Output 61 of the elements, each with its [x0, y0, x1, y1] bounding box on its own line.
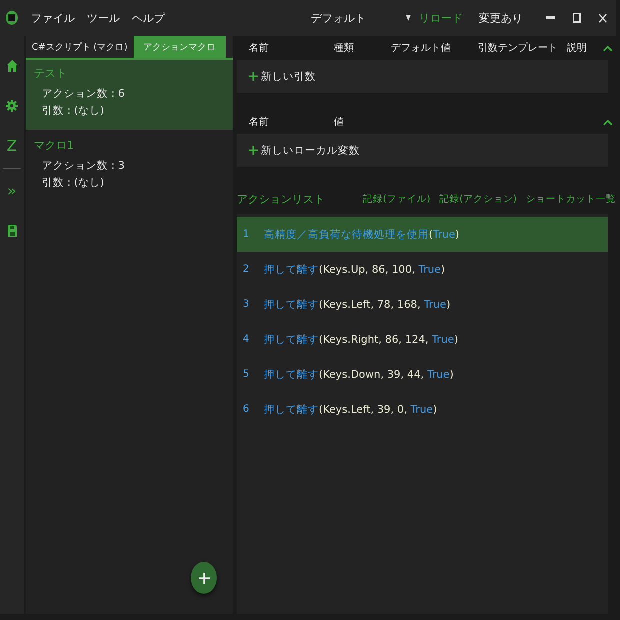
- row-number: 3: [243, 299, 250, 310]
- add-row-button[interactable]: 新しいローカル変数: [237, 134, 608, 167]
- collapse-caret-icon[interactable]: [603, 44, 613, 52]
- action-row[interactable]: 5 押して離す(Keys.Down, 39, 44, True): [237, 357, 608, 392]
- section-title: アクションリスト: [237, 192, 326, 206]
- maximize-icon[interactable]: [573, 13, 581, 23]
- settings-icon[interactable]: [6, 100, 18, 112]
- action-row[interactable]: 3 押して離す(Keys.Left, 78, 168, True): [237, 287, 608, 322]
- macro-info: アクション数 : 6: [42, 87, 125, 101]
- macro-info: 引数 : (なし): [42, 176, 104, 190]
- window-title: デフォルト: [311, 10, 367, 26]
- action-text: 高精度／高負荷な待機処理を使用(True): [264, 228, 460, 242]
- minimize-icon[interactable]: [546, 16, 555, 20]
- action-row[interactable]: 1 高精度／高負荷な待機処理を使用(True): [237, 217, 608, 252]
- add-button[interactable]: [191, 562, 217, 594]
- add-row-button[interactable]: 新しい引数: [237, 60, 608, 93]
- dropdown-icon[interactable]: [406, 15, 411, 21]
- action-text: 押して離す(Keys.Down, 39, 44, True): [264, 368, 454, 382]
- status-text: 変更あり: [479, 10, 523, 26]
- nav-glyph[interactable]: »: [7, 182, 17, 200]
- column-header: 種類: [334, 42, 355, 55]
- action-text: 押して離す(Keys.Left, 78, 168, True): [264, 298, 451, 312]
- macro-name: テスト: [34, 66, 67, 81]
- macro-name: マクロ1: [34, 138, 74, 153]
- menu-item[interactable]: ヘルプ: [132, 10, 165, 26]
- row-number: 2: [243, 264, 250, 275]
- row-number: 5: [243, 369, 250, 380]
- toolbar-link[interactable]: ショートカット一覧: [526, 192, 616, 206]
- action-text: 押して離す(Keys.Up, 86, 100, True): [264, 262, 446, 276]
- column-header: 名前: [249, 116, 270, 129]
- collapse-caret-icon[interactable]: [603, 118, 613, 126]
- app-logo-icon: [6, 11, 18, 25]
- toolbar-link[interactable]: 記録(ファイル): [363, 192, 431, 206]
- reload-link[interactable]: リロード: [419, 10, 463, 26]
- action-row[interactable]: 4 押して離す(Keys.Right, 86, 124, True): [237, 322, 608, 357]
- plus-icon: [249, 72, 258, 81]
- menu-item[interactable]: ファイル: [31, 10, 75, 26]
- column-header: デフォルト値: [391, 42, 452, 55]
- menu-item[interactable]: ツール: [87, 10, 120, 26]
- save-icon[interactable]: [8, 225, 16, 237]
- column-header: 引数テンプレート: [478, 42, 559, 55]
- plus-icon: [249, 146, 258, 155]
- action-text: 押して離す(Keys.Left, 39, 0, True): [264, 402, 438, 416]
- column-header: 名前: [249, 42, 270, 55]
- macro-card[interactable]: テスト アクション数 : 6 引数 : (なし): [26, 60, 233, 130]
- column-header: 値: [334, 116, 345, 129]
- plus-icon: [198, 572, 210, 584]
- toolbar-link[interactable]: 記録(アクション): [440, 192, 517, 206]
- row-number: 4: [243, 334, 250, 345]
- close-icon[interactable]: [599, 14, 607, 22]
- home-icon[interactable]: [6, 60, 18, 72]
- macro-info: アクション数 : 3: [42, 159, 125, 173]
- action-row[interactable]: 2 押して離す(Keys.Up, 86, 100, True): [237, 252, 608, 287]
- row-number: 6: [243, 404, 250, 415]
- column-header: 説明: [567, 42, 588, 55]
- row-number: 1: [243, 229, 250, 240]
- action-row[interactable]: 6 押して離す(Keys.Left, 39, 0, True): [237, 392, 608, 427]
- nav-glyph[interactable]: Z: [6, 137, 18, 155]
- tab[interactable]: C#スクリプト (マクロ): [26, 36, 134, 58]
- macro-info: 引数 : (なし): [42, 104, 104, 118]
- action-text: 押して離す(Keys.Right, 86, 124, True): [264, 332, 458, 346]
